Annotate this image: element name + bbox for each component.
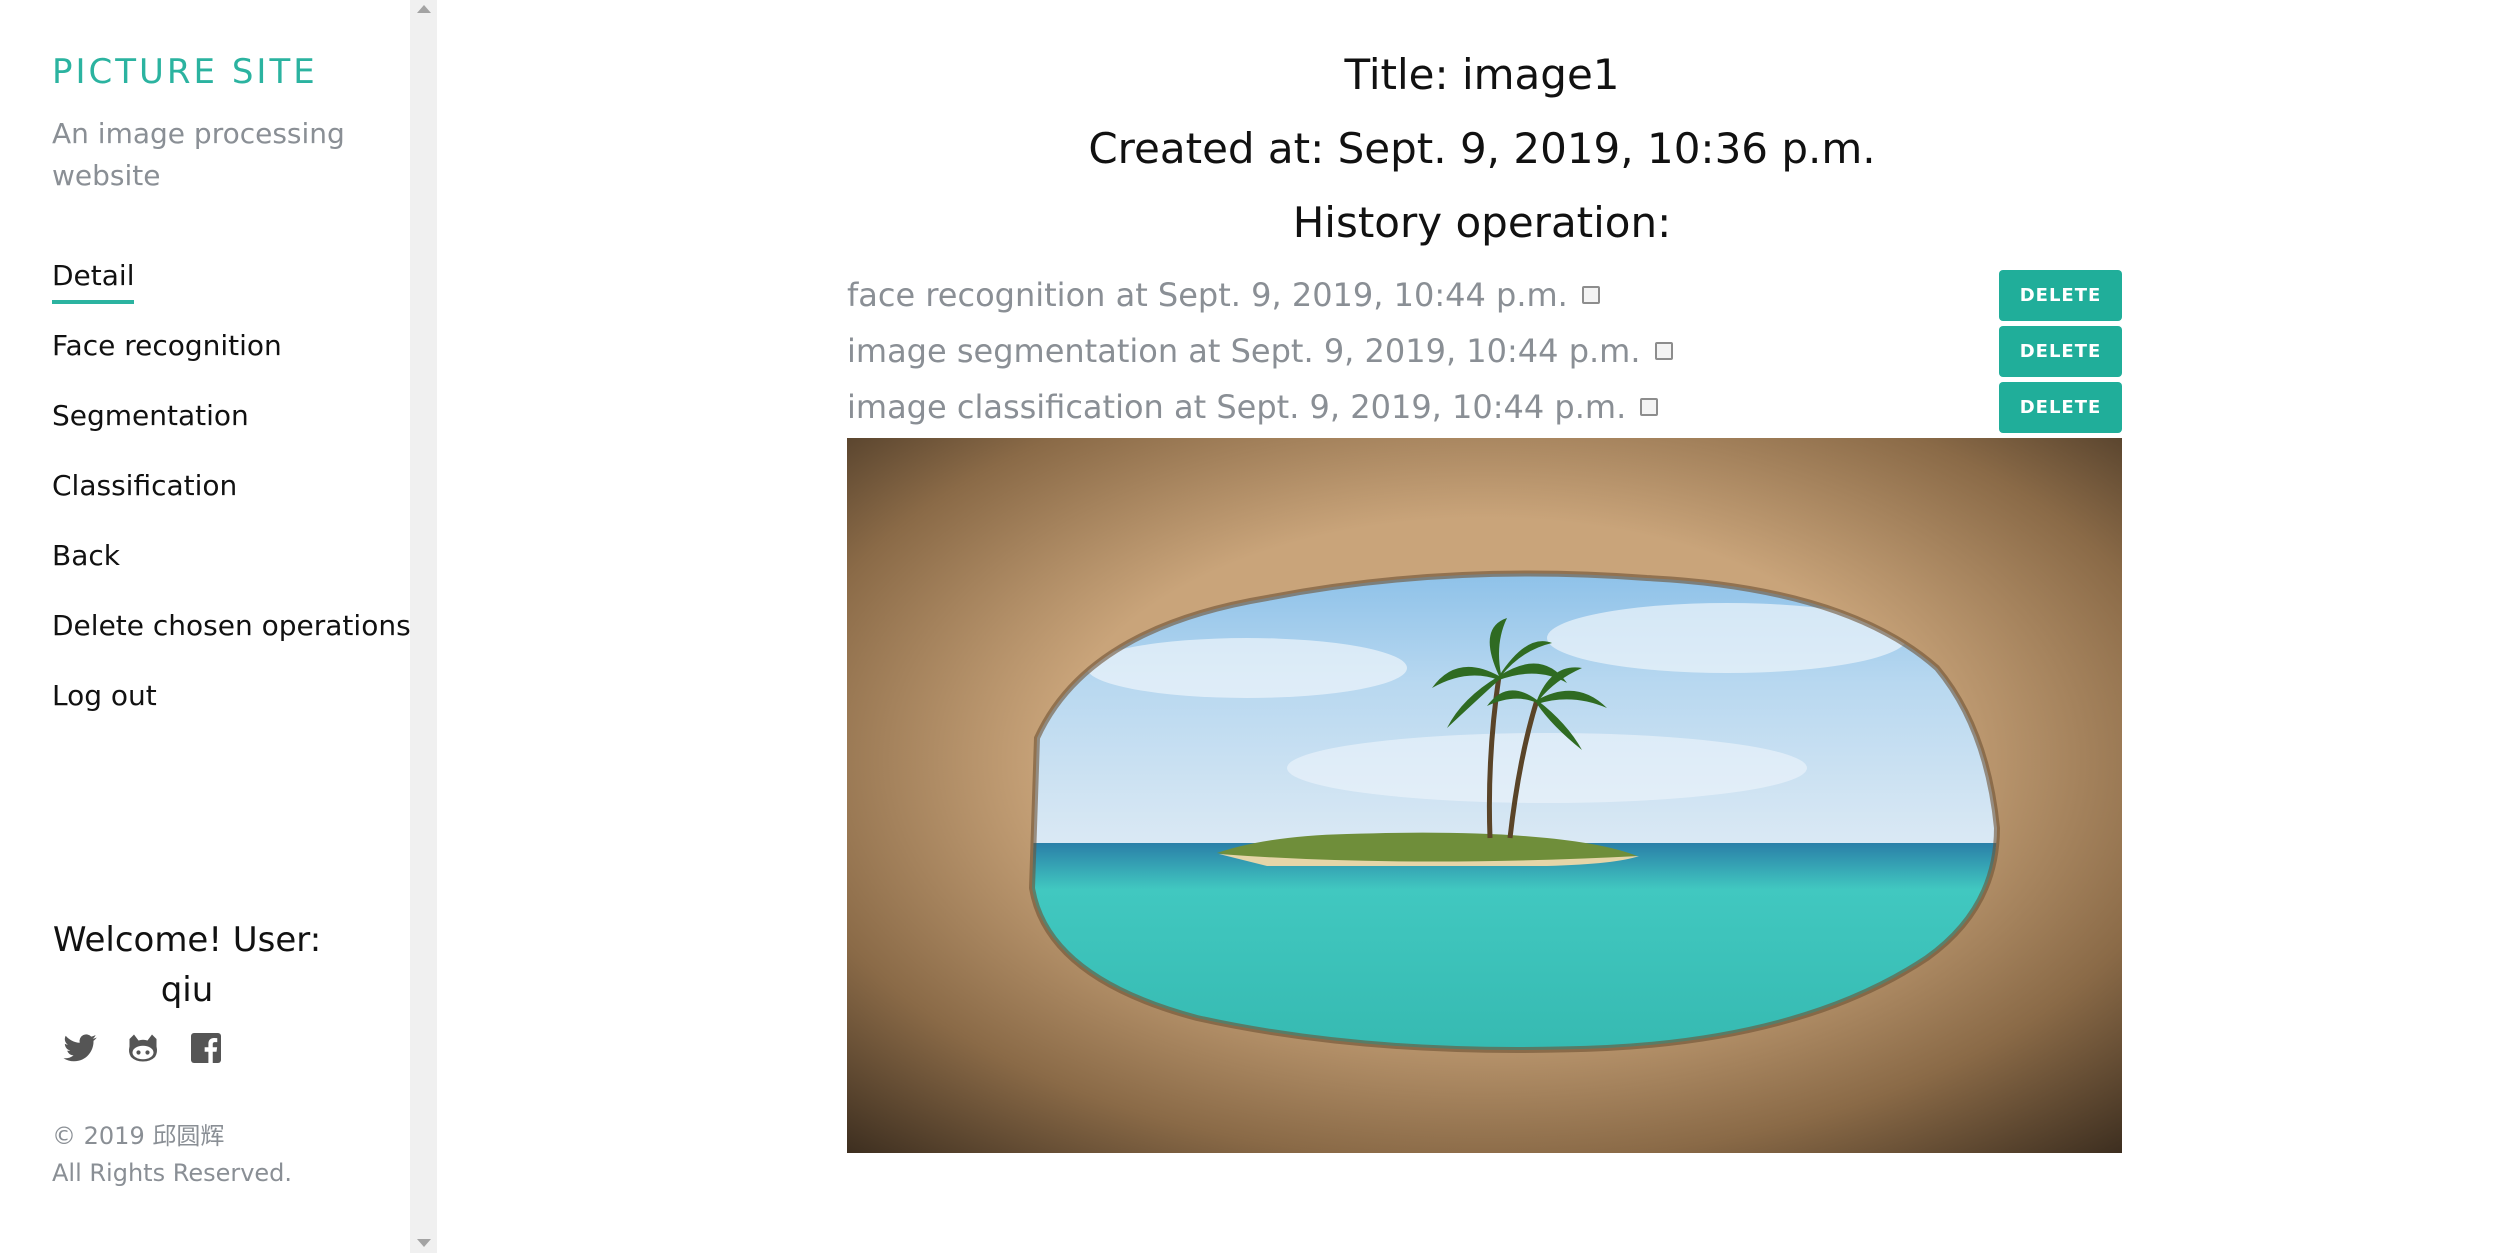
created-at: Created at: Sept. 9, 2019, 10:36 p.m. [1088,124,1876,173]
image-preview [847,438,2122,1153]
welcome-message: Welcome! User: qiu [52,915,322,1015]
nav-log-out[interactable]: Log out [52,675,411,745]
nav-delete-chosen-operations[interactable]: Delete chosen operations [52,605,411,675]
image-title: Title: image1 [1344,50,1620,99]
operation-checkbox[interactable] [1581,286,1600,304]
operation-row: face recognition at Sept. 9, 2019, 10:44… [847,268,2122,324]
operation-list: face recognition at Sept. 9, 2019, 10:44… [847,268,2122,436]
rights: All Rights Reserved. [52,1159,293,1187]
operation-row: image segmentation at Sept. 9, 2019, 10:… [847,324,2122,380]
copyright: © 2019 邱圆辉 [52,1122,225,1150]
welcome-label: Welcome! User: [52,920,322,960]
footer: © 2019 邱圆辉 All Rights Reserved. [52,1118,292,1192]
nav-detail[interactable]: Detail [52,255,411,325]
scroll-down-icon[interactable] [417,1239,431,1247]
site-tagline: An image processing website [52,117,345,192]
operation-checkbox[interactable] [1640,398,1659,416]
github-icon[interactable] [125,1030,161,1066]
sidebar-nav: Detail Face recognition Segmentation Cla… [52,255,411,745]
delete-button[interactable]: DELETE [1999,270,2122,321]
nav-segmentation[interactable]: Segmentation [52,395,411,465]
social-links [62,1030,224,1066]
welcome-username: qiu [160,970,214,1010]
scroll-up-icon[interactable] [417,5,431,13]
twitter-icon[interactable] [62,1030,98,1066]
nav-classification[interactable]: Classification [52,465,411,535]
operation-label: image segmentation at Sept. 9, 2019, 10:… [847,332,1641,370]
operation-checkbox[interactable] [1654,342,1673,360]
history-heading: History operation: [1292,198,1672,247]
operation-label: image classification at Sept. 9, 2019, 1… [847,388,1627,426]
sidebar: PICTURE SITE An image processing website… [0,0,411,1253]
operation-row: image classification at Sept. 9, 2019, 1… [847,380,2122,436]
sidebar-scrollbar[interactable] [410,0,437,1253]
nav-face-recognition[interactable]: Face recognition [52,325,411,395]
nav-back[interactable]: Back [52,535,411,605]
delete-button[interactable]: DELETE [1999,382,2122,433]
main-content: Title: image1 Created at: Sept. 9, 2019,… [437,0,2511,1253]
operation-label: face recognition at Sept. 9, 2019, 10:44… [847,276,1568,314]
delete-button[interactable]: DELETE [1999,326,2122,377]
site-brand[interactable]: PICTURE SITE [52,52,318,92]
facebook-icon[interactable] [188,1030,224,1066]
